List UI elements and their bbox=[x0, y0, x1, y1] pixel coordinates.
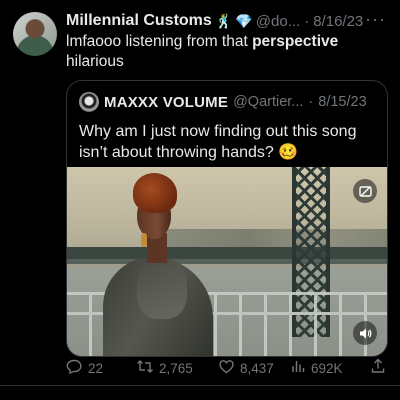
reply-button[interactable]: 22 bbox=[66, 358, 103, 379]
author-handle[interactable]: @do... bbox=[256, 13, 300, 30]
reply-icon bbox=[66, 358, 83, 379]
video-singer-earring bbox=[141, 233, 147, 247]
gif-toggle-icon[interactable] bbox=[353, 179, 377, 203]
tweet-text: lmfaooo listening from that perspective … bbox=[66, 32, 386, 72]
tweet-text-bold: perspective bbox=[252, 33, 339, 50]
views-chart-icon bbox=[290, 358, 306, 378]
retweet-icon bbox=[136, 358, 154, 379]
gem-emoji-icon: 💎 bbox=[235, 12, 253, 29]
video-singer-hair bbox=[133, 173, 177, 213]
quoted-author-handle[interactable]: @Qartier... bbox=[233, 94, 303, 110]
quoted-tweet-date[interactable]: 8/15/23 bbox=[318, 94, 366, 110]
tweet-date[interactable]: 8/16/23 bbox=[313, 13, 363, 30]
like-button[interactable]: 8,437 bbox=[218, 358, 274, 379]
quoted-tweet-video[interactable] bbox=[67, 167, 387, 356]
tweet-text-start: lmfaooo listening from that bbox=[66, 33, 253, 50]
share-icon bbox=[370, 358, 386, 378]
quoted-tweet[interactable]: MAXXX VOLUME @Qartier... · 8/15/23 Why a… bbox=[66, 80, 388, 357]
reply-count: 22 bbox=[88, 360, 104, 376]
share-button[interactable] bbox=[370, 358, 386, 378]
tweet-header: Millennial Customs 🕺 💎 @do... · 8/16/23 bbox=[66, 10, 363, 32]
retweet-count: 2,765 bbox=[159, 360, 193, 376]
dancer-emoji-icon: 🕺 bbox=[215, 12, 233, 29]
video-bridge-deck bbox=[67, 247, 387, 259]
quoted-tweet-header: MAXXX VOLUME @Qartier... · 8/15/23 bbox=[79, 91, 367, 113]
views-button[interactable]: 692K bbox=[290, 358, 343, 378]
author-display-name[interactable]: Millennial Customs bbox=[66, 12, 212, 30]
heart-icon bbox=[218, 358, 235, 379]
like-count: 8,437 bbox=[240, 360, 274, 376]
separator-dot: · bbox=[308, 94, 314, 110]
view-count: 692K bbox=[311, 360, 343, 376]
video-singer-scarf bbox=[137, 259, 187, 319]
quoted-author-avatar[interactable] bbox=[79, 92, 99, 112]
quoted-author-display-name[interactable]: MAXXX VOLUME bbox=[104, 94, 228, 111]
tweet[interactable]: Millennial Customs 🕺 💎 @do... · 8/16/23 … bbox=[0, 0, 400, 400]
speaker-icon[interactable] bbox=[353, 321, 377, 345]
retweet-button[interactable]: 2,765 bbox=[136, 358, 193, 379]
more-options-icon[interactable]: ··· bbox=[365, 9, 386, 30]
tweet-text-end: hilarious bbox=[66, 53, 124, 70]
tweet-divider bbox=[0, 385, 400, 386]
separator-dot: · bbox=[304, 12, 310, 30]
video-bridge-deck-lower bbox=[67, 259, 387, 264]
tweet-actions: 22 2,765 8,437 692K bbox=[66, 357, 392, 379]
quoted-tweet-text: Why am I just now finding out this song … bbox=[79, 123, 357, 161]
author-avatar[interactable] bbox=[13, 12, 57, 56]
